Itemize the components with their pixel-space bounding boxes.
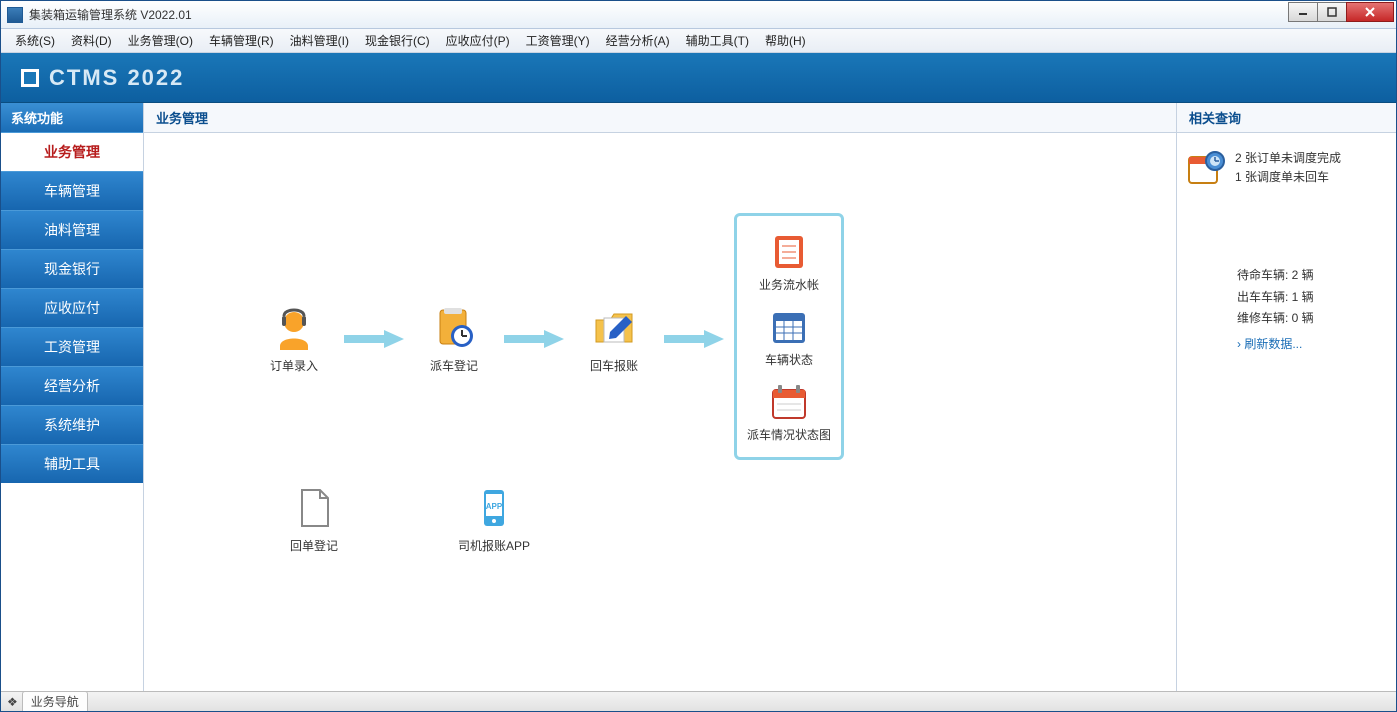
- close-icon: [1364, 7, 1376, 17]
- menu-vehicle[interactable]: 车辆管理(R): [201, 29, 282, 52]
- menu-cash[interactable]: 现金银行(C): [357, 29, 438, 52]
- vehicle-stats: 待命车辆: 2 辆 出车车辆: 1 辆 维修车辆: 0 辆 › 刷新数据...: [1177, 205, 1396, 355]
- stat-idle: 待命车辆: 2 辆: [1237, 265, 1376, 287]
- calendar-grid-icon: [737, 305, 841, 349]
- rightpanel: 相关查询 2 张订单未调度完成 1 张调度单未回车 待命车辆: 2 辆 出车车辆…: [1176, 103, 1396, 691]
- sidebar-item-arap[interactable]: 应收应付: [1, 288, 143, 327]
- rightpanel-header: 相关查询: [1177, 103, 1396, 133]
- menu-tools[interactable]: 辅助工具(T): [678, 29, 757, 52]
- sidebar-item-fuel[interactable]: 油料管理: [1, 210, 143, 249]
- receipt-register[interactable]: 回单登记: [264, 483, 364, 554]
- stack-label: 车辆状态: [737, 351, 841, 368]
- stack-vehicle-status[interactable]: 车辆状态: [737, 299, 841, 374]
- flow-dispatch[interactable]: 派车登记: [404, 303, 504, 374]
- sidebar-item-maint[interactable]: 系统维护: [1, 405, 143, 444]
- ledger-icon: [737, 230, 841, 274]
- close-button[interactable]: [1346, 2, 1394, 22]
- maximize-button[interactable]: [1317, 2, 1347, 22]
- arrow-icon: [344, 329, 404, 349]
- stat-out: 出车车辆: 1 辆: [1237, 287, 1376, 309]
- maximize-icon: [1327, 7, 1337, 17]
- menu-arap[interactable]: 应收应付(P): [438, 29, 518, 52]
- flow-label: 订单录入: [244, 357, 344, 374]
- brand-text: CTMS 2022: [49, 65, 184, 91]
- menu-fuel[interactable]: 油料管理(I): [282, 29, 357, 52]
- menubar: 系统(S) 资料(D) 业务管理(O) 车辆管理(R) 油料管理(I) 现金银行…: [1, 29, 1396, 53]
- window-title: 集装箱运输管理系统 V2022.01: [29, 6, 1289, 23]
- app-phone-icon: APP: [444, 483, 544, 533]
- stat-repair: 维修车辆: 0 辆: [1237, 308, 1376, 330]
- workspace: 系统功能 业务管理 车辆管理 油料管理 现金银行 应收应付 工资管理 经营分析 …: [1, 103, 1396, 691]
- main: 业务管理 订单录入: [143, 103, 1396, 691]
- content-pane: 业务管理 订单录入: [144, 103, 1176, 691]
- notif-line-1: 2 张订单未调度完成: [1235, 149, 1341, 168]
- driver-app[interactable]: APP 司机报账APP: [444, 483, 544, 554]
- window-controls: [1289, 2, 1394, 22]
- flow-label: 派车登记: [404, 357, 504, 374]
- minimize-icon: [1298, 7, 1308, 17]
- row2-label: 司机报账APP: [444, 537, 544, 554]
- notification-lines: 2 张订单未调度完成 1 张调度单未回车: [1235, 149, 1341, 189]
- menu-salary[interactable]: 工资管理(Y): [518, 29, 598, 52]
- sidebar-item-analysis[interactable]: 经营分析: [1, 366, 143, 405]
- document-icon: [264, 483, 364, 533]
- content-header: 业务管理: [144, 103, 1176, 133]
- svg-text:APP: APP: [486, 502, 503, 511]
- menu-analysis[interactable]: 经营分析(A): [598, 29, 678, 52]
- stack-label: 业务流水帐: [737, 276, 841, 293]
- app-window: 集装箱运输管理系统 V2022.01 系统(S) 资料(D) 业务管理(O) 车…: [0, 0, 1397, 712]
- notif-line-2: 1 张调度单未回车: [1235, 168, 1341, 187]
- menu-system[interactable]: 系统(S): [7, 29, 63, 52]
- row2: 回单登记 APP 司机报账APP: [264, 483, 544, 554]
- sidebar-item-tools[interactable]: 辅助工具: [1, 444, 143, 483]
- row2-label: 回单登记: [264, 537, 364, 554]
- menu-business[interactable]: 业务管理(O): [120, 29, 201, 52]
- refresh-link[interactable]: › 刷新数据...: [1237, 334, 1376, 356]
- sidebar: 系统功能 业务管理 车辆管理 油料管理 现金银行 应收应付 工资管理 经营分析 …: [1, 103, 143, 691]
- flow-return[interactable]: 回车报账: [564, 303, 664, 374]
- menu-help[interactable]: 帮助(H): [757, 29, 814, 52]
- canvas: 订单录入 派车登记: [144, 133, 1176, 691]
- notification-block: 2 张订单未调度完成 1 张调度单未回车: [1177, 133, 1396, 205]
- sidebar-item-salary[interactable]: 工资管理: [1, 327, 143, 366]
- flow-order-entry[interactable]: 订单录入: [244, 303, 344, 374]
- arrow-icon: [664, 329, 724, 349]
- nav-icon: ❖: [7, 695, 18, 709]
- sidebar-item-business[interactable]: 业务管理: [1, 132, 143, 171]
- app-icon: [7, 7, 23, 23]
- sidebar-header: 系统功能: [1, 103, 143, 132]
- calendar-icon: [737, 380, 841, 424]
- arrow-icon: [504, 329, 564, 349]
- stack-ledger[interactable]: 业务流水帐: [737, 224, 841, 299]
- titlebar: 集装箱运输管理系统 V2022.01: [1, 1, 1396, 29]
- status-tab[interactable]: 业务导航: [22, 691, 88, 711]
- stack-dispatch-status[interactable]: 派车情况状态图: [737, 374, 841, 449]
- banner: CTMS 2022: [1, 53, 1396, 103]
- folder-pen-icon: [564, 303, 664, 353]
- sidebar-item-vehicle[interactable]: 车辆管理: [1, 171, 143, 210]
- sidebar-item-cash[interactable]: 现金银行: [1, 249, 143, 288]
- statusbar: ❖ 业务导航: [1, 691, 1396, 711]
- flow-label: 回车报账: [564, 357, 664, 374]
- logo-icon: [21, 69, 39, 87]
- user-headset-icon: [244, 303, 344, 353]
- menu-data[interactable]: 资料(D): [63, 29, 120, 52]
- stack-label: 派车情况状态图: [737, 426, 841, 443]
- clipboard-clock-icon: [404, 303, 504, 353]
- minimize-button[interactable]: [1288, 2, 1318, 22]
- stack-box: 业务流水帐 车辆状态 派车情况状态图: [734, 213, 844, 460]
- calendar-search-icon: [1187, 149, 1227, 189]
- flow-row: 订单录入 派车登记: [244, 303, 724, 374]
